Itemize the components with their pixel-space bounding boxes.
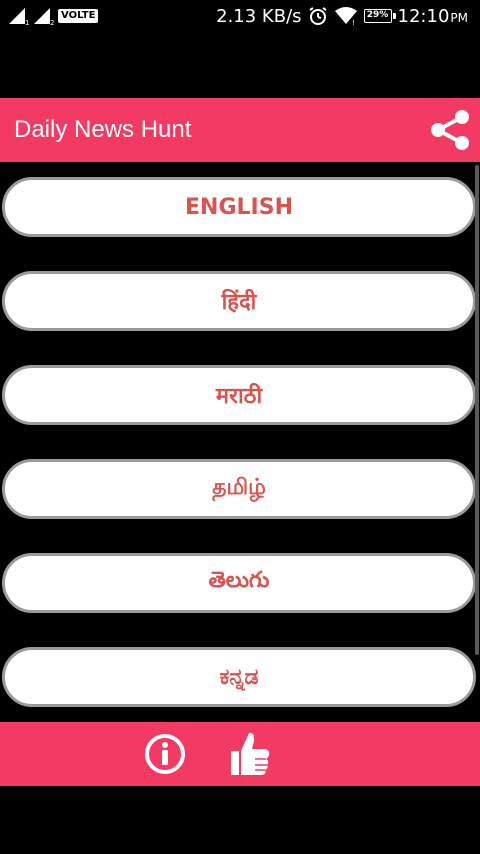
status-right: 2.13 KB/s ! 29% 12:10PM bbox=[216, 4, 468, 28]
clock-suffix: PM bbox=[450, 10, 468, 25]
language-label: मराठी bbox=[215, 384, 263, 409]
app-screen: 1 2 VOLTE 2.13 KB/s ! 29% 12:10PM Daily … bbox=[0, 0, 480, 854]
info-icon bbox=[145, 734, 185, 774]
language-label: हिंदी bbox=[221, 290, 257, 315]
language-label: தமிழ் bbox=[212, 475, 266, 500]
app-bar: Daily News Hunt bbox=[0, 98, 480, 162]
svg-text:2: 2 bbox=[50, 19, 54, 25]
scrollbar[interactable] bbox=[475, 165, 479, 655]
language-label: ಕನ್ನಡ bbox=[219, 664, 259, 690]
share-icon bbox=[431, 110, 469, 150]
svg-text:!: ! bbox=[352, 19, 355, 25]
volte-badge: VOLTE bbox=[58, 9, 99, 23]
language-button-telugu[interactable]: తెలుగు bbox=[2, 553, 476, 613]
signal-icon: 2 bbox=[34, 8, 54, 25]
language-label: తెలుగు bbox=[208, 568, 270, 593]
language-list: ENGLISH हिंदी मराठी தமிழ் తెలుగు ಕನ್ನಡ bbox=[0, 177, 480, 717]
thumbs-up-icon bbox=[231, 732, 270, 775]
share-button[interactable] bbox=[424, 104, 476, 156]
language-label: ENGLISH bbox=[185, 194, 293, 220]
clock: 12:10PM bbox=[398, 6, 468, 27]
signal-icon: 1 bbox=[9, 8, 29, 25]
language-button-tamil[interactable]: தமிழ் bbox=[2, 459, 476, 519]
alarm-icon bbox=[308, 7, 327, 25]
like-button[interactable] bbox=[222, 727, 274, 781]
language-button-hindi[interactable]: हिंदी bbox=[2, 271, 476, 331]
language-button-kannada[interactable]: ಕನ್ನಡ bbox=[2, 647, 476, 707]
battery-icon: 29% bbox=[363, 9, 396, 23]
language-button-english[interactable]: ENGLISH bbox=[2, 177, 476, 237]
clock-time: 12:10 bbox=[397, 5, 450, 27]
status-bar: 1 2 VOLTE 2.13 KB/s ! 29% 12:10PM bbox=[0, 0, 480, 32]
info-button[interactable] bbox=[140, 729, 190, 779]
status-left: 1 2 VOLTE bbox=[8, 6, 99, 26]
network-speed: 2.13 KB/s bbox=[216, 5, 302, 27]
bottom-bar bbox=[0, 722, 480, 786]
language-button-marathi[interactable]: मराठी bbox=[2, 365, 476, 425]
wifi-icon: ! bbox=[334, 7, 357, 25]
svg-text:1: 1 bbox=[25, 19, 29, 25]
app-title: Daily News Hunt bbox=[14, 116, 192, 143]
